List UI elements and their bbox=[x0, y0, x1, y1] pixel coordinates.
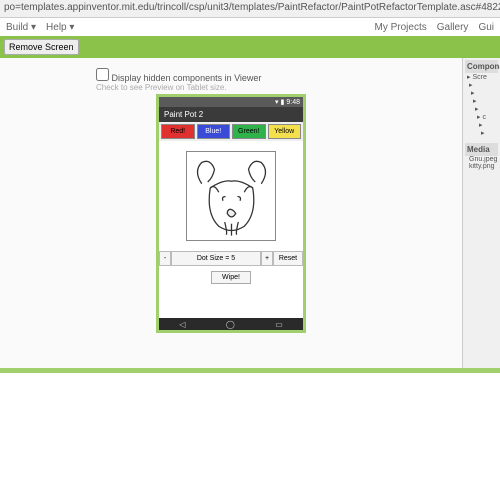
color-button-green[interactable]: Green! bbox=[232, 124, 266, 139]
color-button-blue[interactable]: Blue! bbox=[197, 124, 231, 139]
android-navbar: ◁ ◯ ▭ bbox=[159, 318, 303, 330]
minus-button[interactable]: - bbox=[159, 251, 171, 266]
url-bar[interactable]: po=templates.appinventor.mit.edu/trincol… bbox=[0, 0, 500, 18]
plus-button[interactable]: + bbox=[261, 251, 273, 266]
reset-button[interactable]: Reset bbox=[273, 251, 303, 266]
menu-build[interactable]: Build ▾ bbox=[6, 22, 36, 33]
color-row: Red!Blue!Green!Yellow bbox=[159, 122, 303, 141]
viewer-panel: Display hidden components in Viewer Chec… bbox=[0, 58, 462, 368]
action-bar: Remove Screen bbox=[0, 36, 500, 58]
components-panel: Components ▸ Scre▸ ▸ ▸ ▸ ▸ c▸ ▸ Media Gn… bbox=[462, 58, 500, 368]
status-bar: ▾ ▮ 9:48 bbox=[159, 97, 303, 107]
battery-icon: ▮ bbox=[281, 98, 285, 106]
tree-item[interactable]: ▸ bbox=[465, 105, 498, 113]
color-button-red[interactable]: Red! bbox=[161, 124, 195, 139]
canvas-image-frame bbox=[186, 151, 276, 241]
components-header: Components bbox=[465, 60, 498, 73]
dot-size-label: Dot Size = 5 bbox=[171, 251, 261, 266]
link-gallery[interactable]: Gallery bbox=[437, 22, 469, 33]
tree-item[interactable]: ▸ bbox=[465, 97, 498, 105]
wifi-icon: ▾ bbox=[275, 98, 279, 106]
tree-item[interactable]: ▸ bbox=[465, 121, 498, 129]
tree-item[interactable]: ▸ bbox=[465, 89, 498, 97]
clock-label: 9:48 bbox=[286, 99, 300, 106]
tree-item[interactable]: ▸ Scre bbox=[465, 73, 498, 81]
hidden-components-checkbox[interactable] bbox=[96, 68, 109, 81]
tree-item[interactable]: ▸ bbox=[465, 81, 498, 89]
wipe-button[interactable]: Wipe! bbox=[211, 271, 251, 284]
back-icon[interactable]: ◁ bbox=[179, 320, 185, 329]
recent-icon[interactable]: ▭ bbox=[275, 320, 283, 329]
app-title-bar: Paint Pot 2 bbox=[159, 107, 303, 122]
tree-item[interactable]: ▸ bbox=[465, 129, 498, 137]
tablet-preview-label: Check to see Preview on Tablet size. bbox=[96, 83, 366, 92]
media-header: Media bbox=[465, 143, 498, 156]
tree-item[interactable]: ▸ c bbox=[465, 113, 498, 121]
gnu-image bbox=[189, 154, 274, 239]
menu-help[interactable]: Help ▾ bbox=[46, 22, 74, 33]
canvas[interactable] bbox=[159, 141, 303, 251]
hidden-components-label: Display hidden components in Viewer bbox=[112, 73, 262, 83]
home-icon[interactable]: ◯ bbox=[226, 320, 235, 329]
media-item[interactable]: Gnu.jpeg bbox=[465, 156, 498, 163]
color-button-yellow[interactable]: Yellow bbox=[268, 124, 302, 139]
media-item[interactable]: kitty.png bbox=[465, 163, 498, 170]
top-nav: Build ▾ Help ▾ My Projects Gallery Gui bbox=[0, 18, 500, 36]
link-my-projects[interactable]: My Projects bbox=[375, 22, 427, 33]
remove-screen-button[interactable]: Remove Screen bbox=[4, 39, 79, 55]
link-guide[interactable]: Gui bbox=[478, 22, 494, 33]
phone-preview: ▾ ▮ 9:48 Paint Pot 2 Red!Blue!Green!Yell… bbox=[156, 94, 306, 333]
size-row: - Dot Size = 5 + Reset bbox=[159, 251, 303, 266]
